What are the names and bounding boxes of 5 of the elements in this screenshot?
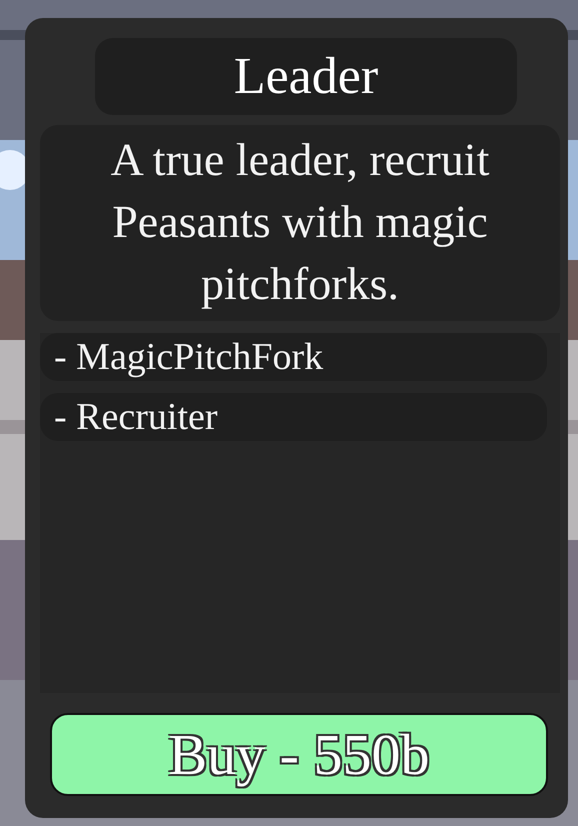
ability-item: - MagicPitchFork [40, 333, 547, 381]
ability-item: - Recruiter [40, 393, 547, 441]
class-description: A true leader, recruit Peasants with magic pitchforks. [40, 125, 560, 321]
buy-button[interactable]: Buy - 550b [50, 713, 548, 796]
class-title: Leader [95, 38, 517, 115]
